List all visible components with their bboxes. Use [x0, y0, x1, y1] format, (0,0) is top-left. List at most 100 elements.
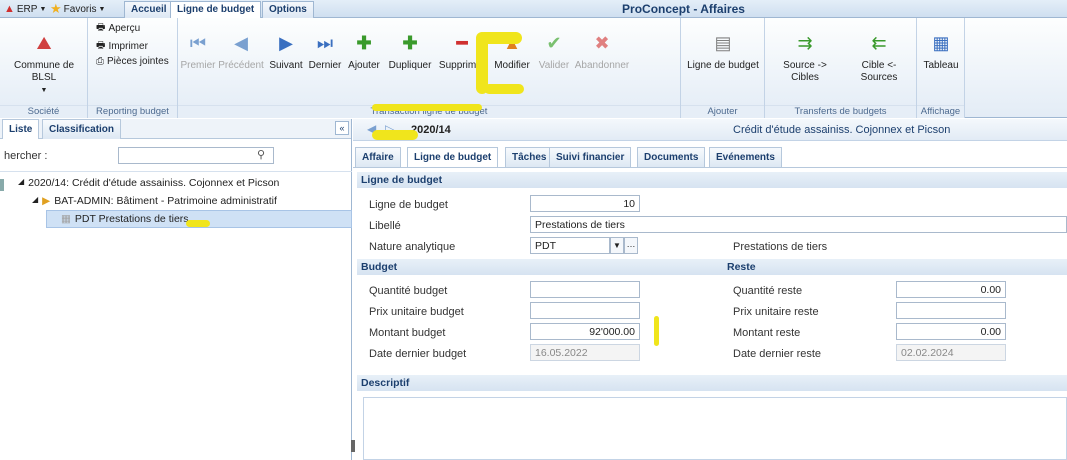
libelle-field[interactable]: Prestations de tiers — [530, 216, 1067, 233]
last-icon: ⏭ — [316, 33, 334, 53]
descriptif-textarea[interactable] — [363, 397, 1067, 460]
suivant-button[interactable]: ▶ Suivant — [266, 32, 306, 72]
nature-label: Nature analytique — [369, 241, 456, 253]
check-icon: ✔ — [546, 33, 562, 53]
tab-classification[interactable]: Classification — [42, 119, 122, 139]
tab-liste[interactable]: Liste — [2, 119, 40, 139]
tab-evenements[interactable]: Evénements — [709, 147, 782, 167]
qte-budget-field[interactable] — [530, 281, 640, 298]
search-icon[interactable]: ⚲ — [257, 148, 265, 161]
search-input[interactable] — [118, 147, 274, 164]
minus-icon: ━ — [456, 33, 468, 53]
group-societe: ⛰ Commune de BLSL ▼ Société — [0, 18, 88, 118]
abandonner-button[interactable]: ✖ Abandonner — [574, 32, 630, 72]
date-reste-label: Date dernier reste — [733, 348, 822, 360]
ligne-field[interactable]: 10 — [530, 195, 640, 212]
collapse-icon[interactable]: « — [335, 121, 349, 135]
transfer-back-icon: ⇇ — [871, 33, 887, 53]
tab-ligne-budget[interactable]: Ligne de budget — [407, 147, 499, 167]
commune-button[interactable]: ⛰ Commune de BLSL ▼ — [2, 32, 86, 97]
libelle-label: Libellé — [369, 220, 401, 232]
tree-item[interactable]: ◢ ▶ BAT-ADMIN: Bâtiment - Patrimoine adm… — [32, 195, 277, 207]
left-panel: Liste Classification « hercher : ⚲ ◢ 202… — [0, 119, 352, 460]
qte-reste-field[interactable]: 0.00 — [896, 281, 1006, 298]
tableau-button[interactable]: ▦ Tableau — [919, 32, 963, 72]
detail-panel: ◀ ▷ 2020/14 Crédit d'étude assainiss. Co… — [353, 119, 1067, 460]
tab-options[interactable]: Options — [262, 1, 314, 18]
qte-budget-label: Quantité budget — [369, 285, 448, 297]
group-label: Reporting budget — [88, 105, 177, 118]
group-label: Ajouter — [681, 105, 764, 118]
group-transferts: ⇉ Source -> Cibles ⇇ Cible <- Sources Transf… — [765, 18, 917, 118]
tab-taches[interactable]: Tâches — [505, 147, 554, 167]
dropdown-icon: ▼ — [39, 5, 47, 13]
valider-button[interactable]: ✔ Valider — [534, 32, 574, 72]
montant-reste-label: Montant reste — [733, 327, 801, 339]
table-icon: ▦ — [932, 33, 950, 53]
star-icon: ★ — [50, 1, 62, 16]
section-budget: Budget — [357, 259, 723, 275]
dropdown-icon: ▼ — [98, 5, 106, 13]
ligne-label: Ligne de budget — [369, 199, 448, 211]
highlight-mark — [654, 316, 659, 346]
tab-documents[interactable]: Documents — [637, 147, 706, 167]
group-ajouter: ▤ Ligne de budget Ajouter — [681, 18, 765, 118]
group-reporting: 🖶 Aperçu 🖶 Imprimer ⎙ Pièces jointes Report… — [88, 18, 178, 118]
tree-item[interactable]: ◢ 2020/14: Crédit d'étude assainiss. Coj… — [18, 177, 279, 189]
dernier-button[interactable]: ⏭ Dernier — [306, 32, 344, 72]
title-bar: ▲ ERP ▼ ★ Favoris ▼ Accueil Ligne de bud… — [0, 0, 1067, 18]
duplicate-icon: ✚ — [402, 33, 418, 53]
tab-suivi-financier[interactable]: Suivi financier — [549, 147, 632, 167]
prix-reste-field[interactable] — [896, 302, 1006, 319]
preview-icon: 🖶 — [96, 22, 106, 33]
cancel-icon: ✖ — [594, 33, 610, 53]
nature-field[interactable]: PDT — [530, 237, 610, 254]
plus-icon: ✚ — [356, 33, 372, 53]
highlight-mark — [372, 104, 482, 111]
expand-icon: ◢ — [18, 177, 25, 186]
next-icon: ▶ — [279, 33, 293, 53]
montant-budget-field[interactable]: 92'000.00 — [530, 323, 640, 340]
splitter-handle[interactable] — [351, 440, 355, 452]
highlight-mark — [372, 130, 418, 140]
highlight-mark — [186, 220, 210, 227]
nature-browse-icon[interactable]: … — [624, 237, 638, 254]
date-reste-field: 02.02.2024 — [896, 344, 1006, 361]
ligne-de-budget-button[interactable]: ▤ Ligne de budget — [683, 32, 763, 72]
group-transaction: ⏮ Premier ◀ Précédent ▶ Suivant ⏭ Dernier ✚ A… — [178, 18, 681, 118]
previous-icon: ◀ — [234, 33, 248, 53]
highlight-mark — [484, 84, 524, 94]
record-description: Crédit d'étude assainiss. Cojonnex et Pi… — [733, 124, 951, 136]
ajouter-button[interactable]: ✚ Ajouter — [344, 32, 384, 72]
date-budget-label: Date dernier budget — [369, 348, 467, 360]
expand-icon: ◢ — [32, 195, 39, 204]
pieces-jointes-button[interactable]: ⎙ Pièces jointes — [96, 56, 169, 67]
precedent-button[interactable]: ◀ Précédent — [218, 32, 264, 72]
group-label: Affichage — [917, 105, 964, 118]
premier-button[interactable]: ⏮ Premier — [180, 32, 216, 72]
search-label: hercher : — [4, 150, 48, 162]
montant-reste-field[interactable]: 0.00 — [896, 323, 1006, 340]
erp-menu[interactable]: ▲ ERP ▼ — [4, 2, 46, 16]
chart-icon: ⛰ — [36, 33, 52, 53]
section-reste: Reste — [723, 259, 1067, 275]
transfer-icon: ⇉ — [797, 33, 813, 53]
group-label: Transferts de budgets — [765, 105, 916, 118]
nature-dropdown-icon[interactable]: ▼ — [610, 237, 624, 254]
group-label: Société — [0, 105, 87, 118]
prix-reste-label: Prix unitaire reste — [733, 306, 819, 318]
tab-ligne-de-budget[interactable]: Ligne de budget — [170, 1, 262, 18]
apercu-button[interactable]: 🖶 Aperçu — [96, 20, 140, 37]
tab-affaire[interactable]: Affaire — [355, 147, 401, 167]
tab-accueil[interactable]: Accueil — [124, 1, 174, 18]
imprimer-button[interactable]: 🖶 Imprimer — [96, 38, 148, 55]
first-icon: ⏮ — [189, 33, 207, 53]
source-cibles-button[interactable]: ⇉ Source -> Cibles — [775, 32, 835, 84]
grid-icon: ▦ — [61, 213, 71, 225]
cible-sources-button[interactable]: ⇇ Cible <- Sources — [849, 32, 909, 84]
favoris-menu[interactable]: ★ Favoris ▼ — [50, 1, 106, 16]
tree-marker — [0, 179, 4, 191]
left-tabs: Liste Classification « — [0, 119, 351, 139]
prix-budget-field[interactable] — [530, 302, 640, 319]
dupliquer-button[interactable]: ✚ Dupliquer — [384, 32, 436, 72]
